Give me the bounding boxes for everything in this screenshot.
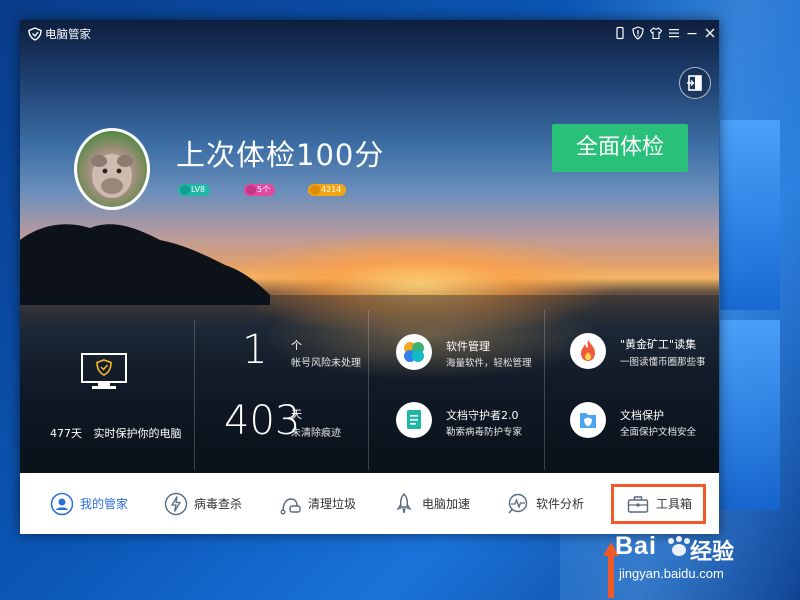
document-guard-icon (396, 402, 432, 438)
nav-label: 清理垃圾 (308, 497, 357, 511)
rocket-icon (396, 492, 412, 513)
pc-manager-logo-icon (28, 27, 42, 41)
risk-desc[interactable]: 帐号风险未处理 (291, 354, 361, 369)
watermark-brand-text: Bai (615, 532, 657, 560)
nav-speed-up[interactable]: 电脑加速 (392, 473, 470, 534)
nav-software-analysis[interactable]: 软件分析 (506, 473, 584, 534)
app-title: 电脑管家 (45, 27, 91, 41)
level-badge[interactable]: LV8 (178, 184, 211, 196)
feature-title: 文档守护者2.0 (446, 409, 519, 422)
bottom-nav: 我的管家 病毒查杀 清理垃圾 电脑加速 软件分析 工具箱 (20, 473, 719, 534)
feature-title: "黄金矿工"读集 (620, 338, 697, 351)
vacuum-icon (280, 497, 301, 514)
exit-button[interactable] (679, 67, 711, 99)
toolbox-highlight-box (611, 484, 706, 524)
minimize-icon[interactable] (685, 26, 699, 40)
windows-logo-backdrop (720, 120, 780, 520)
coin-badge-text: 4214 (321, 185, 342, 194)
nav-label: 病毒查杀 (194, 497, 243, 511)
watermark-url: jingyan.baidu.com (619, 566, 724, 581)
feature-subtitle: 勒索病毒防护专家 (446, 427, 523, 438)
watermark-brand: Bai (615, 532, 657, 561)
risk-unit: 个 (291, 339, 302, 352)
shield-badge-icon (180, 185, 190, 195)
list-badge-icon (246, 185, 256, 195)
feature-title: 文档保护 (620, 409, 664, 422)
divider (368, 310, 369, 470)
coin-badge[interactable]: 4214 (308, 184, 347, 196)
avatar-photo (91, 154, 133, 198)
shield-alert-icon[interactable] (631, 26, 645, 40)
shirt-icon[interactable] (649, 26, 663, 40)
user-avatar[interactable] (74, 128, 150, 210)
nav-clean-junk[interactable]: 清理垃圾 (278, 473, 356, 534)
nav-label: 软件分析 (536, 497, 585, 511)
title-bar: 电脑管家 (20, 20, 719, 48)
pc-manager-window: 电脑管家 上次体检100分 LV8 5个 4214 全面体检 477天 实时保护… (20, 20, 719, 534)
watermark-brand2: 经验 (690, 540, 735, 565)
level-badge-text: LV8 (191, 185, 206, 194)
risk-count[interactable]: 1 (242, 327, 267, 373)
menu-icon[interactable] (667, 26, 681, 40)
protect-days: 477天 (50, 427, 82, 440)
last-scan-score: 上次体检100分 (176, 138, 385, 172)
guardian-icon (50, 492, 74, 515)
phone-icon[interactable] (613, 26, 627, 40)
feature-subtitle: 一图读懂币圈那些事 (620, 357, 706, 368)
protect-desc: 实时保护你的电脑 (93, 427, 182, 440)
nav-label: 我的管家 (80, 497, 129, 511)
task-badge[interactable]: 5个 (244, 184, 276, 196)
divider (544, 310, 545, 470)
trace-desc[interactable]: 未清除痕迹 (291, 424, 341, 439)
nav-label: 电脑加速 (422, 497, 471, 511)
divider (194, 320, 195, 470)
document-protect-icon (570, 402, 606, 438)
trace-count[interactable]: 403 (224, 398, 300, 444)
protect-days-row: 477天 实时保护你的电脑 (50, 425, 182, 441)
nav-my-manager[interactable]: 我的管家 (50, 473, 128, 534)
software-manager-icon (396, 334, 432, 370)
island-silhouette (20, 224, 270, 305)
coin-badge-icon (310, 185, 320, 195)
close-icon[interactable] (703, 26, 717, 40)
exit-door-icon (687, 75, 702, 91)
nav-virus-scan[interactable]: 病毒查杀 (164, 473, 242, 534)
analysis-icon (508, 493, 528, 514)
feature-subtitle: 全面保护文档安全 (620, 427, 697, 438)
fire-icon (570, 333, 606, 369)
task-badge-text: 5个 (257, 185, 271, 194)
full-scan-button[interactable]: 全面体检 (552, 124, 688, 172)
virus-scan-icon (164, 492, 188, 515)
feature-subtitle: 海量软件，轻松管理 (446, 358, 532, 369)
protected-monitor-icon (81, 353, 127, 389)
trace-unit: 天 (291, 408, 302, 421)
feature-title: 软件管理 (446, 340, 490, 353)
